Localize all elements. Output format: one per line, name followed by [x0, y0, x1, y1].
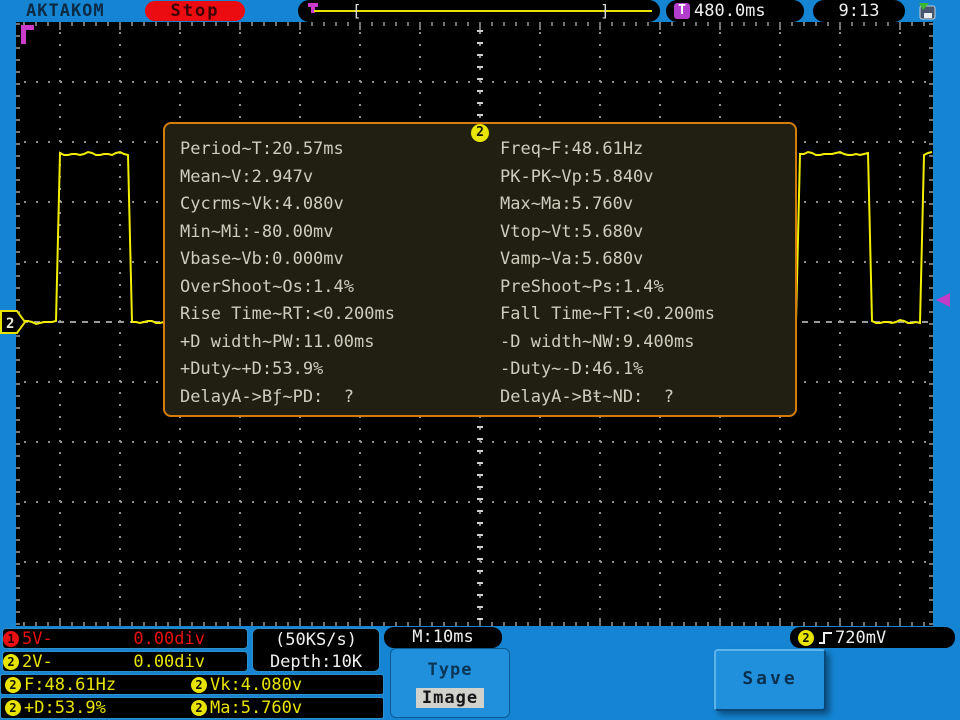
window-left-bracket: [ — [352, 1, 362, 21]
quick-measure-value: +D:53.9% — [24, 698, 106, 718]
rising-edge-icon — [817, 630, 835, 646]
trigger-level-value: 720mV — [835, 628, 886, 648]
trigger-delay-readout: T 480.0ms — [666, 0, 804, 22]
trigger-delay-value: 480.0ms — [694, 1, 766, 21]
measure-row: Period~T:20.57msFreq~F:48.61Hz — [180, 136, 715, 164]
trigger-source-badge: 2 — [798, 630, 814, 646]
measure-channel-badge: 2 — [5, 677, 21, 693]
measure-rows: Period~T:20.57msFreq~F:48.61Hz Mean~V:2.… — [180, 136, 715, 411]
channel2-position: 0.00div — [133, 652, 205, 672]
memory-window-indicator: [ ] — [298, 0, 660, 22]
measure-row: Rise Time~RT:<0.200msFall Time~FT:<0.200… — [180, 301, 715, 329]
clock-readout: 9:13 — [813, 0, 905, 22]
channel2-marker-label: 2 — [6, 316, 14, 332]
type-menu-button[interactable]: Type Image — [390, 648, 510, 718]
acquisition-status-badge: Stop — [145, 1, 245, 21]
measure-channel-badge: 2 — [191, 700, 207, 716]
measure-channel-badge: 2 — [191, 677, 207, 693]
measure-row: OverShoot~Os:1.4%PreShoot~Ps:1.4% — [180, 274, 715, 302]
channel2-scale: 2V- — [22, 652, 53, 672]
measure-row: Mean~V:2.947vPK-PK~Vp:5.840v — [180, 164, 715, 192]
quick-measure-row: 2+D:53.9% 2Ma:5.760v — [0, 697, 384, 719]
trigger-level-marker-icon — [933, 291, 953, 309]
measure-row: +Duty~+D:53.9%-Duty~-D:46.1% — [180, 356, 715, 384]
brand-logo: AKTAKOM — [26, 1, 105, 21]
measure-row: DelayA->Bƒ~PD: ?DelayA->Bŧ~ND: ? — [180, 384, 715, 412]
trigger-level-readout: 2 720mV — [790, 627, 955, 648]
auto-measure-panel: 2 Period~T:20.57msFreq~F:48.61Hz Mean~V:… — [163, 122, 797, 417]
channel2-level-marker: 2 — [0, 310, 27, 334]
storage-disk-icon — [916, 1, 940, 21]
quick-measure-row: 2F:48.61Hz 2Vk:4.080v — [0, 674, 384, 695]
measure-row: Cycrms~Vk:4.080vMax~Ma:5.760v — [180, 191, 715, 219]
top-status-bar: AKTAKOM Stop [ ] T 480.0ms 9:13 — [0, 0, 960, 22]
channel1-scale: 5V- — [22, 629, 53, 649]
quick-measure-value: Ma:5.760v — [210, 698, 302, 718]
trigger-position-mini-icon — [307, 2, 321, 14]
window-right-bracket: ] — [600, 1, 610, 21]
channel2-status-box: 2 2V- 0.00div — [2, 651, 248, 672]
measure-row: +D width~PW:11.00ms-D width~NW:9.400ms — [180, 329, 715, 357]
trigger-position-marker-icon — [20, 24, 38, 46]
quick-measure-value: Vk:4.080v — [210, 675, 302, 695]
oscilloscope-screen: AKTAKOM Stop [ ] T 480.0ms 9:13 2 — [0, 0, 960, 720]
acquisition-status-box: (50KS/s) Depth:10K — [252, 628, 380, 672]
memory-depth: Depth:10K — [253, 651, 379, 673]
timebase-readout: M:10ms — [384, 627, 502, 648]
channel1-status-box: 1 5V- 0.00div — [2, 628, 248, 649]
bottom-status-bar: 1 5V- 0.00div 2 2V- 0.00div (50KS/s) Dep… — [0, 626, 960, 720]
save-button[interactable]: Save — [714, 649, 826, 711]
quick-measure-value: F:48.61Hz — [24, 675, 116, 695]
measure-channel-badge: 2 — [5, 700, 21, 716]
type-menu-label: Type — [391, 660, 509, 680]
sample-rate: (50KS/s) — [253, 629, 379, 651]
type-menu-selected-value[interactable]: Image — [416, 688, 484, 708]
measure-row: Min~Mi:-80.00mvVtop~Vt:5.680v — [180, 219, 715, 247]
channel2-badge: 2 — [3, 654, 19, 670]
channel1-position: 0.00div — [133, 629, 205, 649]
measure-row: Vbase~Vb:0.000mvVamp~Va:5.680v — [180, 246, 715, 274]
channel1-badge: 1 — [3, 631, 19, 647]
trigger-icon: T — [674, 3, 690, 19]
